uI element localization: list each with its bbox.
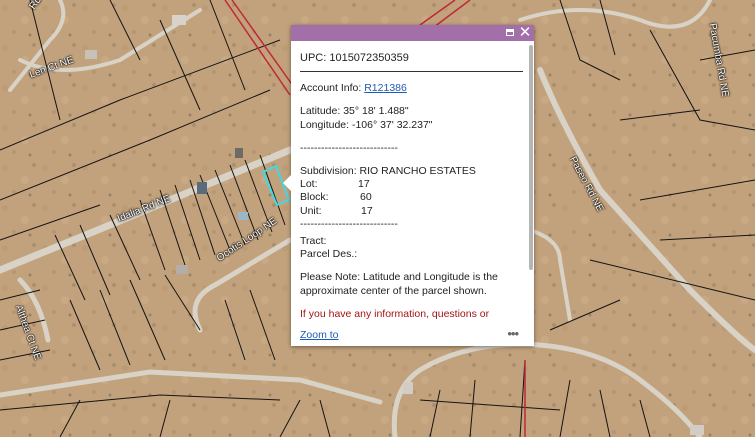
popup-scrollbar[interactable]	[529, 45, 533, 270]
account-row: Account Info: R121386	[300, 82, 525, 95]
unit-row: Unit: 17	[300, 205, 525, 218]
popup-pointer	[283, 175, 291, 191]
account-link[interactable]: R121386	[364, 82, 407, 94]
block-value: 60	[360, 191, 372, 204]
popup-header: ✕	[291, 25, 534, 41]
account-label: Account Info:	[300, 82, 365, 95]
unit-label: Unit:	[300, 204, 322, 217]
lot-label: Lot:	[300, 178, 318, 191]
separator-2: ----------------------------	[300, 217, 398, 230]
more-icon[interactable]: •••	[507, 326, 519, 341]
latitude-text: Latitude: 35° 18' 1.488"	[300, 105, 409, 118]
zoom-to-link[interactable]: Zoom to	[300, 329, 339, 341]
note-text: Please Note: Latitude and Longitude is t…	[300, 271, 498, 297]
maximize-icon[interactable]	[503, 26, 517, 40]
close-icon[interactable]: ✕	[518, 25, 532, 40]
popup-footer: Zoom to •••	[291, 326, 534, 346]
block-label: Block:	[300, 191, 329, 204]
block-row: Block: 60	[300, 191, 525, 204]
separator-1: ----------------------------	[300, 141, 398, 154]
longitude-text: Longitude: -106° 37' 32.237"	[300, 118, 433, 131]
subdivision-text: Subdivision: RIO RANCHO ESTATES	[300, 165, 476, 178]
tract-label: Tract:	[300, 235, 327, 248]
unit-value: 17	[361, 204, 373, 217]
info-text: If you have any information, questions o…	[300, 307, 490, 320]
lot-row: Lot: 17	[300, 178, 525, 191]
parcel-popup: ✕ UPC: 1015072350359 Account Info: R1213…	[283, 25, 534, 346]
popup-body: UPC: 1015072350359 Account Info: R121386…	[291, 41, 534, 326]
lot-value: 17	[358, 178, 370, 191]
popup-title: UPC: 1015072350359	[300, 52, 523, 73]
parcel-des-label: Parcel Des.:	[300, 248, 358, 261]
